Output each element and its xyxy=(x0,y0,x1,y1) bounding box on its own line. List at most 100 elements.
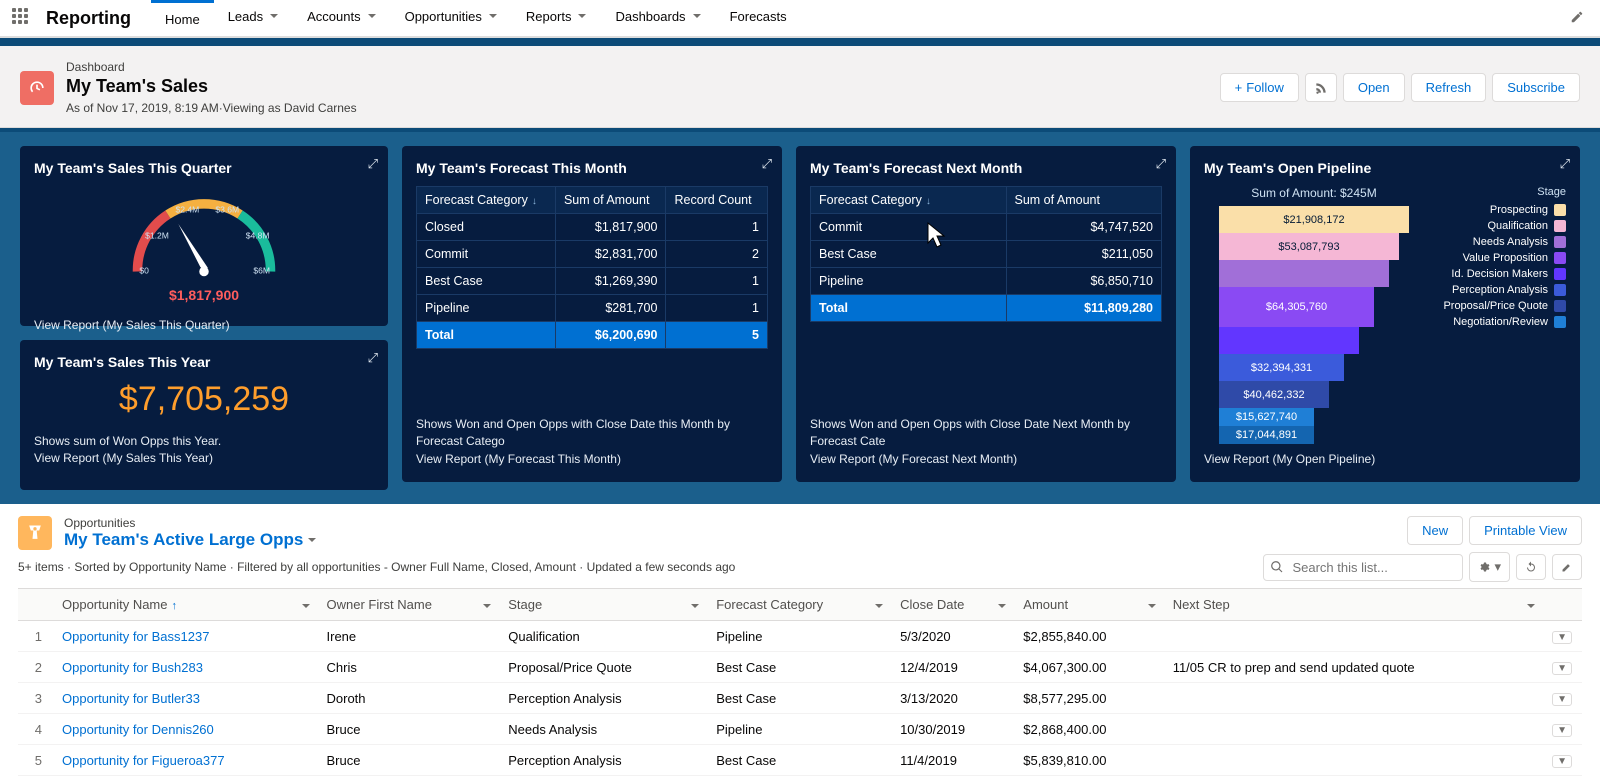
col-header[interactable]: Next Step xyxy=(1163,589,1542,621)
cell-amount: $8,577,295.00 xyxy=(1013,683,1162,714)
view-report-link[interactable]: View Report (My Sales This Quarter) xyxy=(34,318,230,332)
legend-item[interactable]: Value Proposition xyxy=(1432,252,1566,264)
funnel-segment[interactable]: $17,044,891 xyxy=(1219,426,1314,444)
nav-tab-opportunities[interactable]: Opportunities xyxy=(391,0,512,36)
funnel-segment[interactable] xyxy=(1219,327,1359,354)
cell-owner: Irene xyxy=(317,621,499,652)
view-report-link[interactable]: View Report (My Sales This Year) xyxy=(34,451,213,465)
col-header[interactable]: Forecast Category↓ xyxy=(811,187,1007,214)
nav-tab-leads[interactable]: Leads xyxy=(214,0,293,36)
chevron-down-icon[interactable] xyxy=(690,599,700,614)
col-header[interactable]: Close Date xyxy=(890,589,1013,621)
legend-item[interactable]: Qualification xyxy=(1432,220,1566,232)
refresh-button[interactable]: Refresh xyxy=(1411,73,1487,102)
col-header[interactable]: Opportunity Name↑ xyxy=(52,589,317,621)
expand-icon[interactable]: ⤢ xyxy=(1156,156,1166,172)
opportunity-link[interactable]: Opportunity for Bass1237 xyxy=(62,629,209,644)
col-header[interactable]: Stage xyxy=(498,589,706,621)
widget-open-pipeline: ⤢ My Team's Open Pipeline Sum of Amount:… xyxy=(1190,146,1580,482)
chevron-down-icon[interactable] xyxy=(997,599,1007,614)
funnel-chart: Sum of Amount: $245M $21,908,172$53,087,… xyxy=(1204,186,1424,444)
opportunity-link[interactable]: Opportunity for Figueroa377 xyxy=(62,753,225,768)
widget-title: My Team's Sales This Year xyxy=(34,354,374,370)
refresh-list-button[interactable] xyxy=(1516,554,1546,580)
subscribe-button[interactable]: Subscribe xyxy=(1492,73,1580,102)
nav-tab-dashboards[interactable]: Dashboards xyxy=(601,0,715,36)
funnel-segment[interactable]: $64,305,760 xyxy=(1219,287,1374,327)
legend-item[interactable]: Perception Analysis xyxy=(1432,284,1566,296)
col-header[interactable]: Sum of Amount xyxy=(555,187,666,214)
edit-page-icon[interactable] xyxy=(1570,10,1584,27)
view-report-link[interactable]: View Report (My Open Pipeline) xyxy=(1204,452,1375,466)
cell: Commit xyxy=(417,241,556,268)
cell-name: Opportunity for Dennis260 xyxy=(52,714,317,745)
legend-item[interactable]: Negotiation/Review xyxy=(1432,316,1566,328)
new-button[interactable]: New xyxy=(1407,516,1463,545)
col-header[interactable]: Amount xyxy=(1013,589,1162,621)
expand-icon[interactable]: ⤢ xyxy=(368,156,378,172)
expand-icon[interactable]: ⤢ xyxy=(368,350,378,366)
edit-list-button[interactable] xyxy=(1552,554,1582,580)
view-report-link[interactable]: View Report (My Forecast Next Month) xyxy=(810,452,1017,466)
dashboard-header: Dashboard My Team's Sales As of Nov 17, … xyxy=(0,46,1600,128)
col-header[interactable]: Sum of Amount xyxy=(1006,187,1162,214)
cell-owner: Doroth xyxy=(317,683,499,714)
search-input[interactable] xyxy=(1263,554,1463,581)
legend-item[interactable]: Needs Analysis xyxy=(1432,236,1566,248)
legend-item[interactable]: Proposal/Price Quote xyxy=(1432,300,1566,312)
row-menu-button[interactable]: ▼ xyxy=(1552,631,1572,644)
col-header[interactable]: Record Count xyxy=(666,187,768,214)
gauge-chart: $0 $1.2M $2.4M $3.6M $4.8M $6M xyxy=(34,186,374,281)
funnel-segment[interactable]: $21,908,172 xyxy=(1219,206,1409,233)
nav-tab-home[interactable]: Home xyxy=(151,0,214,36)
funnel-segment[interactable]: $40,462,332 xyxy=(1219,381,1329,408)
total-cell: 5 xyxy=(666,322,768,349)
nav-tab-accounts[interactable]: Accounts xyxy=(293,0,390,36)
opportunity-link[interactable]: Opportunity for Butler33 xyxy=(62,691,200,706)
row-menu-button[interactable]: ▼ xyxy=(1552,662,1572,675)
legend-item[interactable]: Prospecting xyxy=(1432,204,1566,216)
table-row: 3Opportunity for Butler33DorothPerceptio… xyxy=(18,683,1582,714)
list-view-title[interactable]: My Team's Active Large Opps xyxy=(64,530,317,550)
nav-tab-reports[interactable]: Reports xyxy=(512,0,602,36)
opportunity-link[interactable]: Opportunity for Dennis260 xyxy=(62,722,214,737)
expand-icon[interactable]: ⤢ xyxy=(762,156,772,172)
chevron-down-icon[interactable] xyxy=(1147,599,1157,614)
list-settings-button[interactable]: ▾ xyxy=(1469,552,1510,582)
follow-button[interactable]: +Follow xyxy=(1220,73,1299,102)
svg-text:$6M: $6M xyxy=(253,265,270,275)
opportunity-link[interactable]: Opportunity for Bush283 xyxy=(62,660,203,675)
chevron-down-icon xyxy=(367,9,377,24)
expand-icon[interactable]: ⤢ xyxy=(1560,156,1570,172)
chevron-down-icon[interactable] xyxy=(482,599,492,614)
view-report-link[interactable]: View Report (My Forecast This Month) xyxy=(416,452,621,466)
cell-name: Opportunity for Bush283 xyxy=(52,652,317,683)
printable-view-button[interactable]: Printable View xyxy=(1469,516,1582,545)
chevron-down-icon[interactable] xyxy=(301,599,311,614)
total-cell: $6,200,690 xyxy=(555,322,666,349)
funnel-segment[interactable]: $15,627,740 xyxy=(1219,408,1314,426)
row-index: 4 xyxy=(18,714,52,745)
row-actions: ▼ xyxy=(1542,745,1582,776)
funnel-segment[interactable] xyxy=(1219,260,1389,287)
col-header[interactable]: Forecast Category↓ xyxy=(417,187,556,214)
chart-legend: Stage ProspectingQualificationNeeds Anal… xyxy=(1432,186,1566,444)
funnel-segment[interactable]: $32,394,331 xyxy=(1219,354,1344,381)
row-menu-button[interactable]: ▼ xyxy=(1552,693,1572,706)
nav-tab-forecasts[interactable]: Forecasts xyxy=(716,0,801,36)
row-index: 2 xyxy=(18,652,52,683)
row-menu-button[interactable]: ▼ xyxy=(1552,755,1572,768)
widget-sales-year: ⤢ My Team's Sales This Year $7,705,259 S… xyxy=(20,340,388,490)
chevron-down-icon[interactable] xyxy=(874,599,884,614)
funnel-segment[interactable]: $53,087,793 xyxy=(1219,233,1399,260)
global-nav: Reporting HomeLeadsAccountsOpportunities… xyxy=(0,0,1600,38)
app-launcher-icon[interactable] xyxy=(12,8,32,28)
chevron-down-icon[interactable] xyxy=(1526,599,1536,614)
col-header[interactable]: Forecast Category xyxy=(706,589,890,621)
row-index: 3 xyxy=(18,683,52,714)
row-menu-button[interactable]: ▼ xyxy=(1552,724,1572,737)
col-header[interactable]: Owner First Name xyxy=(317,589,499,621)
open-button[interactable]: Open xyxy=(1343,73,1405,102)
feed-icon-button[interactable] xyxy=(1305,73,1337,102)
legend-item[interactable]: Id. Decision Makers xyxy=(1432,268,1566,280)
